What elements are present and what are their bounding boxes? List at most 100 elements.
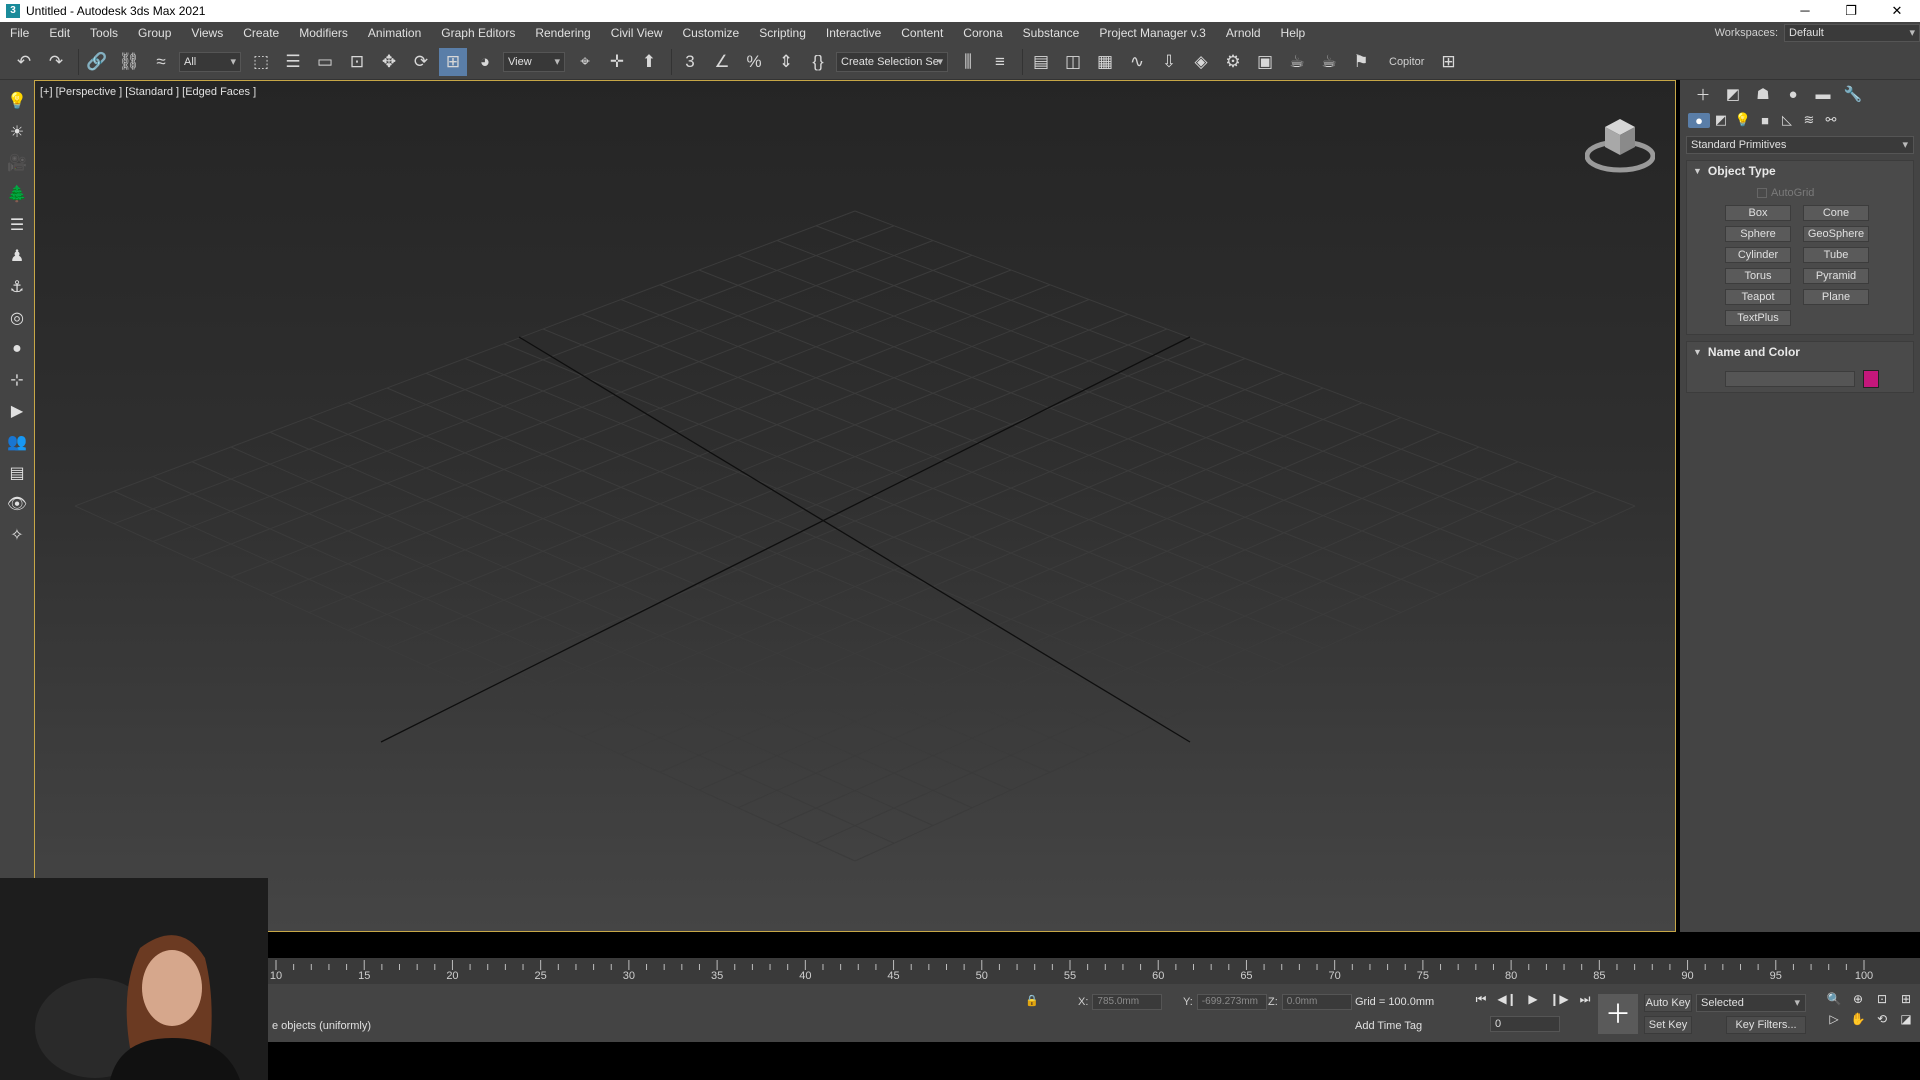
layer-explorer-icon[interactable]: ◫ <box>1059 48 1087 76</box>
zoom-extents-icon[interactable]: ⊡ <box>1870 992 1894 1006</box>
people-icon[interactable]: 👥 <box>4 429 30 455</box>
angle-snap-icon[interactable]: ∠ <box>708 48 736 76</box>
selection-filter-dropdown[interactable]: All <box>179 51 241 72</box>
autogrid-checkbox[interactable]: AutoGrid <box>1757 185 1913 201</box>
box-button[interactable]: Box <box>1725 205 1791 221</box>
menu-views[interactable]: Views <box>181 22 233 44</box>
scale-icon[interactable]: ⊞ <box>439 47 467 76</box>
rendered-frame-window-icon[interactable]: ▣ <box>1251 48 1279 76</box>
menu-modifiers[interactable]: Modifiers <box>289 22 358 44</box>
motion-tab-icon[interactable]: ● <box>1778 86 1808 103</box>
workspace-dropdown[interactable]: Default <box>1784 24 1920 42</box>
geosphere-button[interactable]: GeoSphere <box>1803 226 1869 242</box>
pyramid-button[interactable]: Pyramid <box>1803 268 1869 284</box>
align-icon[interactable]: ≡ <box>986 48 1014 76</box>
plane-button[interactable]: Plane <box>1803 289 1869 305</box>
render-setup-icon[interactable]: ⚙ <box>1219 48 1247 76</box>
copitor-grid-icon[interactable]: ⊞ <box>1434 48 1462 76</box>
orbit-icon[interactable]: ◎ <box>4 305 30 331</box>
sphere-icon[interactable]: ● <box>4 336 30 362</box>
zoom-all-icon[interactable]: ⊕ <box>1846 992 1870 1006</box>
camera-icon[interactable]: 🎥 <box>4 150 30 176</box>
add-time-tag[interactable]: Add Time Tag <box>1355 1020 1422 1032</box>
geometry-icon[interactable]: ● <box>1688 112 1710 128</box>
display-tab-icon[interactable]: ▬ <box>1808 86 1838 103</box>
zoom-extents-all-icon[interactable]: ⊞ <box>1894 992 1918 1006</box>
name-and-color-header[interactable]: ▼ Name and Color <box>1687 342 1913 362</box>
close-button[interactable]: ✕ <box>1874 0 1920 22</box>
viewcube-icon[interactable] <box>1585 111 1655 181</box>
move-icon[interactable]: ✥ <box>375 48 403 76</box>
copitor-label[interactable]: Copitor <box>1389 56 1424 68</box>
hierarchy-tab-icon[interactable]: ☗ <box>1748 85 1778 103</box>
cone-button[interactable]: Cone <box>1803 205 1869 221</box>
key-selection-dropdown[interactable]: Selected <box>1696 994 1806 1012</box>
scene-explorer-icon[interactable]: ▤ <box>1027 48 1055 76</box>
menu-animation[interactable]: Animation <box>358 22 431 44</box>
menu-scripting[interactable]: Scripting <box>749 22 816 44</box>
zoom-icon[interactable]: 🔍 <box>1822 992 1846 1006</box>
textplus-button[interactable]: TextPlus <box>1725 310 1791 326</box>
menu-file[interactable]: File <box>0 22 39 44</box>
current-frame-field[interactable]: 0 <box>1490 1016 1560 1032</box>
shapes-icon[interactable]: ◩ <box>1710 112 1732 128</box>
go-to-start-icon[interactable]: ⏮ <box>1468 992 1494 1007</box>
utilities-tab-icon[interactable]: 🔧 <box>1838 85 1868 103</box>
menu-rendering[interactable]: Rendering <box>525 22 600 44</box>
menu-project-manager[interactable]: Project Manager v.3 <box>1089 22 1216 44</box>
sun-icon[interactable]: ☀ <box>4 119 30 145</box>
menu-arnold[interactable]: Arnold <box>1216 22 1271 44</box>
unlink-icon[interactable]: ⛓ <box>115 48 143 76</box>
previous-frame-icon[interactable]: ◀❙ <box>1494 992 1520 1007</box>
go-to-end-icon[interactable]: ⏭ <box>1572 992 1598 1007</box>
set-keys-icon[interactable]: ＋ <box>1598 994 1638 1034</box>
restore-button[interactable]: ❐ <box>1828 0 1874 22</box>
torus-button[interactable]: Torus <box>1725 268 1791 284</box>
schematic-view-icon[interactable]: ⇩ <box>1155 48 1183 76</box>
place-icon[interactable]: ◕ <box>471 48 499 76</box>
minimize-button[interactable]: ─ <box>1782 0 1828 22</box>
bind-space-warp-icon[interactable]: ≈ <box>147 48 175 76</box>
mirror-icon[interactable]: ⫼ <box>954 48 982 76</box>
pivot-center-icon[interactable]: ⌖ <box>571 48 599 76</box>
spinner-snap-icon[interactable]: ⇕ <box>772 48 800 76</box>
link-icon[interactable]: 🔗 <box>83 48 111 76</box>
set-key-button[interactable]: Set Key <box>1644 1016 1692 1034</box>
rotate-icon[interactable]: ⟳ <box>407 48 435 76</box>
panel-icon[interactable]: ▤ <box>4 460 30 486</box>
space-warps-icon[interactable]: ≋ <box>1798 112 1820 128</box>
undo-icon[interactable]: ↶ <box>10 48 38 76</box>
light-bulb-icon[interactable]: 💡 <box>4 88 30 114</box>
auto-key-button[interactable]: Auto Key <box>1644 994 1692 1012</box>
material-editor-icon[interactable]: ◈ <box>1187 48 1215 76</box>
sphere-button[interactable]: Sphere <box>1725 226 1791 242</box>
teapot-button[interactable]: Teapot <box>1725 289 1791 305</box>
keyboard-shortcut-icon[interactable]: ⬆ <box>635 48 663 76</box>
z-field[interactable]: 0.0mm <box>1281 994 1352 1010</box>
transform-icon[interactable]: ⊹ <box>4 367 30 393</box>
rect-selection-icon[interactable]: ▭ <box>311 48 339 76</box>
menu-group[interactable]: Group <box>128 22 181 44</box>
y-field[interactable]: -699.273mm <box>1196 994 1267 1010</box>
time-slider-track[interactable]: 10 15 20 25 30 35 40 45 50 55 60 65 70 75 80 85 90 95 100 <box>268 958 1920 984</box>
select-object-icon[interactable]: ⬚ <box>247 48 275 76</box>
lock-icon[interactable]: 🔒 <box>1025 994 1039 1007</box>
object-name-field[interactable] <box>1725 371 1855 387</box>
named-selection-dropdown[interactable]: Create Selection Se <box>836 51 948 72</box>
select-by-name-icon[interactable]: ☰ <box>279 48 307 76</box>
menu-customize[interactable]: Customize <box>673 22 750 44</box>
object-type-header[interactable]: ▼ Object Type <box>1687 161 1913 181</box>
orbit-icon[interactable]: ⟲ <box>1870 1012 1894 1026</box>
next-frame-icon[interactable]: ❙▶ <box>1546 992 1572 1007</box>
cylinder-button[interactable]: Cylinder <box>1725 247 1791 263</box>
helpers-icon[interactable]: ◺ <box>1776 112 1798 128</box>
object-color-swatch[interactable] <box>1863 370 1879 388</box>
render-iterative-icon[interactable]: ☕ <box>1315 48 1343 76</box>
select-manipulate-icon[interactable]: ✛ <box>603 48 631 76</box>
field-of-view-icon[interactable]: ▷ <box>1822 1012 1846 1026</box>
key-filters-button[interactable]: Key Filters... <box>1726 1016 1806 1034</box>
menu-corona[interactable]: Corona <box>953 22 1012 44</box>
menu-edit[interactable]: Edit <box>39 22 80 44</box>
pan-icon[interactable]: ✋ <box>1846 1012 1870 1026</box>
render-activeshade-icon[interactable]: ⚑ <box>1347 48 1375 76</box>
